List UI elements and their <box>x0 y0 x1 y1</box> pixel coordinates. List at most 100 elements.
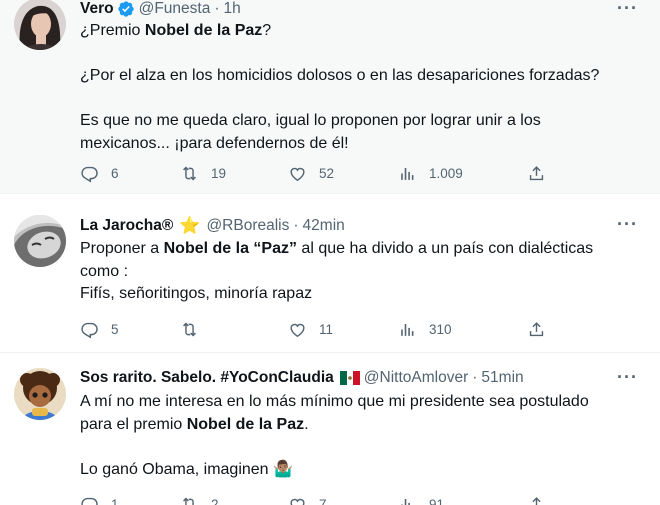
timestamp[interactable]: 1h <box>224 0 241 18</box>
text-segment: . <box>304 415 309 433</box>
share-icon <box>529 322 544 337</box>
retweet-button[interactable]: 19 <box>180 164 226 183</box>
views-count: 310 <box>429 322 452 337</box>
tweet-header: La Jarocha® ⭐ @RBorealis · 42min <box>80 216 610 236</box>
views-icon <box>401 167 414 180</box>
views-count: 91 <box>429 497 445 505</box>
tweet-text-line: ¿Por el alza en los homicidios dolosos o… <box>80 65 630 88</box>
retweets-count: 2 <box>211 497 219 505</box>
tweet-actions: 1 2 7 91 <box>80 495 550 505</box>
avatar[interactable] <box>14 215 66 267</box>
tweet-text-line: Proponer a Nobel de la “Paz” al que ha d… <box>80 238 630 261</box>
tweet-3[interactable]: Sos rarito. Sabelo. #YoConClaudia @Nitto… <box>0 352 660 505</box>
more-options-button[interactable]: ··· <box>617 214 638 235</box>
text-segment: Proponer a <box>80 240 164 257</box>
more-options-button[interactable]: ··· <box>617 367 638 388</box>
views-button[interactable]: 91 <box>398 495 444 505</box>
retweet-button[interactable] <box>180 320 221 339</box>
user-handle[interactable]: @NittoAmlover <box>364 369 468 387</box>
tweet-text-line: mexicanos... ¡para defendernos de él! <box>80 133 630 156</box>
avatar-image <box>14 368 66 420</box>
retweets-count: 19 <box>211 166 227 181</box>
separator-dot: · <box>472 369 478 386</box>
share-button[interactable] <box>527 495 558 505</box>
tweet-1[interactable]: Vero @Funesta · 1h ··· ¿Premio Nobel de … <box>0 0 660 193</box>
tweet-text: Proponer a Nobel de la “Paz” al que ha d… <box>80 238 630 306</box>
like-button[interactable]: 7 <box>288 495 329 505</box>
tweet-text-line: Es que no me queda claro, igual lo propo… <box>80 110 630 133</box>
likes-count: 7 <box>319 497 327 505</box>
text-segment: ¿Por el alza en los homicidios dolosos o… <box>80 67 600 84</box>
views-icon <box>401 498 410 505</box>
tweet-text-line: Fifís, señoritingos, minoría rapaz <box>80 283 630 306</box>
user-handle[interactable]: @Funesta <box>139 0 211 18</box>
reply-button[interactable]: 6 <box>80 164 121 183</box>
tweet-text-line: A mí no me interesa en lo más mínimo que… <box>80 391 630 414</box>
reply-button[interactable]: 5 <box>80 320 121 339</box>
retweet-icon <box>183 166 196 181</box>
replies-count: 5 <box>111 322 119 337</box>
reply-button[interactable]: 1 <box>80 495 121 505</box>
likes-count: 11 <box>319 322 334 337</box>
tweet-text-line: ¿Premio Nobel de la Paz? <box>80 20 630 43</box>
avatar-image <box>14 0 66 50</box>
replies-count: 6 <box>111 166 119 181</box>
like-icon <box>290 323 305 338</box>
display-name[interactable]: La Jarocha® <box>80 217 173 235</box>
views-icon <box>401 323 414 336</box>
tweet-text-line <box>80 436 630 459</box>
views-count: 1.009 <box>429 166 463 181</box>
like-button[interactable]: 11 <box>288 320 333 339</box>
tweet-text: A mí no me interesa en lo más mínimo que… <box>80 391 630 481</box>
verified-badge-icon <box>117 0 135 18</box>
bold-text: Nobel de la Paz <box>186 415 305 433</box>
bold-text: Nobel de la Paz <box>144 22 263 39</box>
share-button[interactable] <box>527 164 558 183</box>
tweet-text-line: Lo ganó Obama, imaginen 🤷🏽‍♂️ <box>80 459 630 482</box>
text-segment: Es que no me queda claro, igual lo propo… <box>80 112 541 129</box>
share-icon <box>532 497 541 505</box>
text-segment: Fifís, señoritingos, minoría rapaz <box>80 285 313 302</box>
text-segment: ? <box>262 22 272 39</box>
replies-count: 1 <box>111 497 119 505</box>
bold-text: Nobel de la “Paz” <box>163 240 297 257</box>
share-icon <box>529 166 544 181</box>
tweet-actions: 6 19 52 1.009 <box>80 164 550 186</box>
tweet-header: Sos rarito. Sabelo. #YoConClaudia @Nitto… <box>80 369 610 387</box>
separator-dot: · <box>293 217 299 234</box>
retweet-button[interactable]: 2 <box>180 495 221 505</box>
text-segment: como : <box>80 262 129 280</box>
text-segment: al que ha divido a un país con dialéctic… <box>296 240 594 257</box>
tweet-text-line <box>80 88 630 111</box>
mexico-flag-icon <box>339 371 360 385</box>
display-name[interactable]: Vero <box>80 0 114 18</box>
views-button[interactable]: 1.009 <box>398 164 463 183</box>
like-icon <box>290 498 305 505</box>
text-segment: para el premio <box>80 415 187 433</box>
share-button[interactable] <box>527 320 558 339</box>
views-button[interactable]: 310 <box>398 320 452 339</box>
separator-dot: · <box>214 0 220 17</box>
reply-icon <box>81 322 98 339</box>
tweet-text: ¿Premio Nobel de la Paz? ¿Por el alza en … <box>80 20 630 155</box>
reply-icon <box>81 166 98 183</box>
like-button[interactable]: 52 <box>288 164 334 183</box>
tweet-text-line: como : <box>80 261 630 284</box>
tweet-header: Vero @Funesta · 1h <box>80 0 610 18</box>
reply-icon <box>81 497 98 505</box>
text-segment: ¿Premio <box>80 22 145 39</box>
timestamp[interactable]: 51min <box>481 369 523 387</box>
text-segment: mexicanos... ¡para defendernos de él! <box>80 134 349 152</box>
avatar-image <box>14 215 66 267</box>
user-handle[interactable]: @RBorealis <box>206 217 289 235</box>
more-options-button[interactable]: ··· <box>617 0 638 19</box>
avatar[interactable] <box>14 0 66 50</box>
timestamp[interactable]: 42min <box>303 217 345 235</box>
text-segment: Lo ganó Obama, imaginen 🤷🏽‍♂️ <box>80 460 293 478</box>
display-name[interactable]: Sos rarito. Sabelo. #YoConClaudia <box>80 369 334 387</box>
retweet-icon <box>183 497 194 505</box>
tweet-text-line <box>80 43 630 66</box>
tweet-text-line: para el premio Nobel de la Paz. <box>80 414 630 437</box>
tweet-2[interactable]: La Jarocha® ⭐ @RBorealis · 42min ··· Pro… <box>0 193 660 351</box>
avatar[interactable] <box>14 368 66 420</box>
